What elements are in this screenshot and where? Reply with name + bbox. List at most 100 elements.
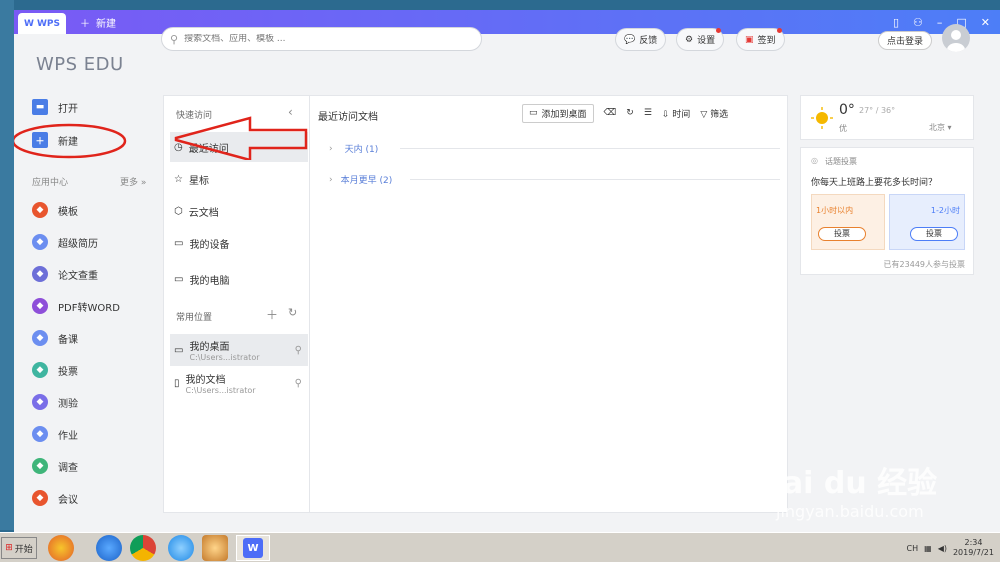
vote-card-left[interactable]: 1小时以内 投票: [811, 194, 885, 250]
cube-icon: ⬡: [174, 205, 183, 217]
signin-button[interactable]: ▣ 签到: [736, 28, 785, 51]
temp-range: 27° / 36°: [859, 106, 896, 115]
vote-widget: ◎ 话题投票 你每天上班路上要花多长时间？ 1小时以内 投票 1-2小时 投票 …: [800, 147, 974, 275]
add-to-desktop-button[interactable]: ▭ 添加到桌面: [522, 103, 594, 123]
more-link[interactable]: 更多 »: [120, 175, 146, 188]
vote-button-2[interactable]: 投票: [910, 227, 958, 241]
sidebar-app-7[interactable]: ◆ 作业: [32, 423, 78, 445]
document-icon: ▯: [174, 377, 180, 389]
ie-icon[interactable]: [96, 535, 122, 561]
vote-question: 你每天上班路上要花多长时间？: [811, 178, 938, 188]
gear-icon: ⚙: [685, 34, 694, 45]
common-locations-title: 常用位置: [176, 313, 213, 323]
chrome-icon[interactable]: [130, 535, 156, 561]
vote-card-right[interactable]: 1-2小时 投票: [889, 194, 965, 250]
filter-button[interactable]: ▽ 筛选: [700, 107, 728, 120]
recent-docs-title: 最近访问文档: [318, 112, 378, 123]
browser-icon[interactable]: [168, 535, 194, 561]
volume-icon[interactable]: ◀): [938, 544, 947, 553]
location-documents[interactable]: ▯ 我的文档 C:\Users...istrator ⚲: [170, 367, 308, 399]
avatar[interactable]: [942, 24, 970, 52]
eraser-icon[interactable]: ⌫: [604, 108, 617, 118]
skin-icon[interactable]: ⚇: [913, 16, 923, 29]
pin-icon[interactable]: ⚲: [295, 345, 302, 356]
sidebar-app-6[interactable]: ◆ 测验: [32, 391, 78, 413]
vote-icon: ◎: [811, 156, 818, 165]
quick-item-star[interactable]: ☆ 星标: [170, 164, 308, 194]
chat-icon: 💬: [624, 34, 636, 45]
annotation-overlay: [14, 116, 308, 160]
desktop-icon: ▭: [529, 108, 538, 118]
file-toolbar: ▭ 添加到桌面 ⌫ ↻ ☰ ⇩ 时间 ▽ 筛选: [522, 103, 728, 123]
devices-icon: ▭: [174, 237, 184, 249]
minimize-button[interactable]: –: [937, 16, 943, 29]
wps-taskbar-button[interactable]: W: [236, 535, 270, 561]
layout-icon[interactable]: ▯: [893, 16, 899, 29]
sort-time-button[interactable]: ⇩ 时间: [662, 107, 690, 120]
notification-dot: [776, 28, 782, 33]
close-button[interactable]: ✕: [981, 16, 990, 29]
app-icon: ◆: [32, 202, 48, 218]
city-select[interactable]: 北京 ▾: [929, 122, 952, 133]
wps-window: W WPS ＋ 新建 ▯ ⚇ – □ ✕ WPS EDU ▬ 打开 ＋ 新建 应…: [14, 10, 1000, 532]
app-icon: ◆: [32, 298, 48, 314]
quick-item-cloud[interactable]: ⬡ 云文档: [170, 196, 308, 226]
quick-item-computer[interactable]: ▭ 我的电脑: [170, 264, 308, 294]
app-icon: ◆: [32, 394, 48, 410]
sidebar-app-9[interactable]: ◆ 会议: [32, 487, 78, 509]
app-icon: ◆: [32, 330, 48, 346]
weather-widget[interactable]: 0° 27° / 36° 优 北京 ▾: [800, 95, 974, 140]
settings-button[interactable]: ⚙ 设置: [676, 28, 725, 51]
add-location-icon[interactable]: ＋: [266, 306, 278, 323]
monitor-icon: ▭: [174, 273, 184, 285]
start-button[interactable]: ⊞ 开始: [1, 537, 37, 559]
feedback-button[interactable]: 💬 反馈: [615, 28, 667, 51]
baidu-watermark: Bai du 经验 jingyan.baidu.com: [760, 458, 937, 521]
clock[interactable]: 2:34 2019/7/21: [953, 538, 994, 558]
sidebar-app-8[interactable]: ◆ 调查: [32, 455, 78, 477]
wps-logo-icon: W: [243, 538, 263, 558]
watermark-url: jingyan.baidu.com: [776, 502, 924, 521]
group-today[interactable]: › 天内 (1): [329, 142, 378, 156]
app-icon: ◆: [32, 362, 48, 378]
app-icon: ◆: [32, 266, 48, 282]
vote-button-1[interactable]: 投票: [818, 227, 866, 241]
app-icon: ◆: [32, 490, 48, 506]
sidebar-app-2[interactable]: ◆ 论文查重: [32, 263, 98, 285]
chevron-right-icon: ›: [329, 174, 333, 185]
location-desktop[interactable]: ▭ 我的桌面 C:\Users...istrator ⚲: [170, 334, 308, 366]
system-tray: CH ▦ ◀) 2:34 2019/7/21: [907, 535, 1000, 561]
desktop-strip: [0, 0, 14, 530]
sidebar-app-0[interactable]: ◆ 模板: [32, 199, 78, 221]
quick-item-devices[interactable]: ▭ 我的设备: [170, 228, 308, 258]
pin-icon[interactable]: ⚲: [295, 378, 302, 389]
windows-logo-icon: ⊞: [5, 543, 13, 553]
sidebar-app-4[interactable]: ◆ 备课: [32, 327, 78, 349]
sidebar-app-5[interactable]: ◆ 投票: [32, 359, 78, 381]
air-quality: 优: [839, 124, 847, 133]
annotation-ellipse: [14, 123, 127, 159]
login-button[interactable]: 点击登录: [878, 31, 932, 50]
star-icon: ☆: [174, 173, 183, 185]
vote-count: 已有23449人参与投票: [883, 260, 965, 269]
list-view-icon[interactable]: ☰: [644, 108, 652, 118]
app-center-label: 应用中心: [32, 178, 69, 188]
user-icon: [947, 30, 965, 52]
divider: [410, 179, 780, 180]
language-indicator[interactable]: CH: [907, 544, 919, 553]
refresh-icon[interactable]: ↻: [288, 306, 297, 319]
chevron-right-icon: ›: [329, 143, 333, 154]
notification-dot: [716, 28, 722, 33]
refresh-icon[interactable]: ↻: [626, 108, 634, 118]
vote-label: 话题投票: [825, 157, 857, 166]
network-icon[interactable]: ▦: [924, 544, 932, 553]
sidebar-app-1[interactable]: ◆ 超级简历: [32, 231, 98, 253]
sun-icon: [811, 107, 833, 129]
app-icon: ◆: [32, 426, 48, 442]
sidebar-app-3[interactable]: ◆ PDF转WORD: [32, 295, 120, 317]
monitor-icon: ▭: [174, 344, 184, 356]
paint-icon[interactable]: [202, 535, 228, 561]
media-player-icon[interactable]: [48, 535, 74, 561]
group-this-month[interactable]: › 本月更早 (2): [329, 173, 392, 187]
taskbar: ⊞ 开始 W CH ▦ ◀) 2:34 2019/7/21: [0, 532, 1000, 562]
